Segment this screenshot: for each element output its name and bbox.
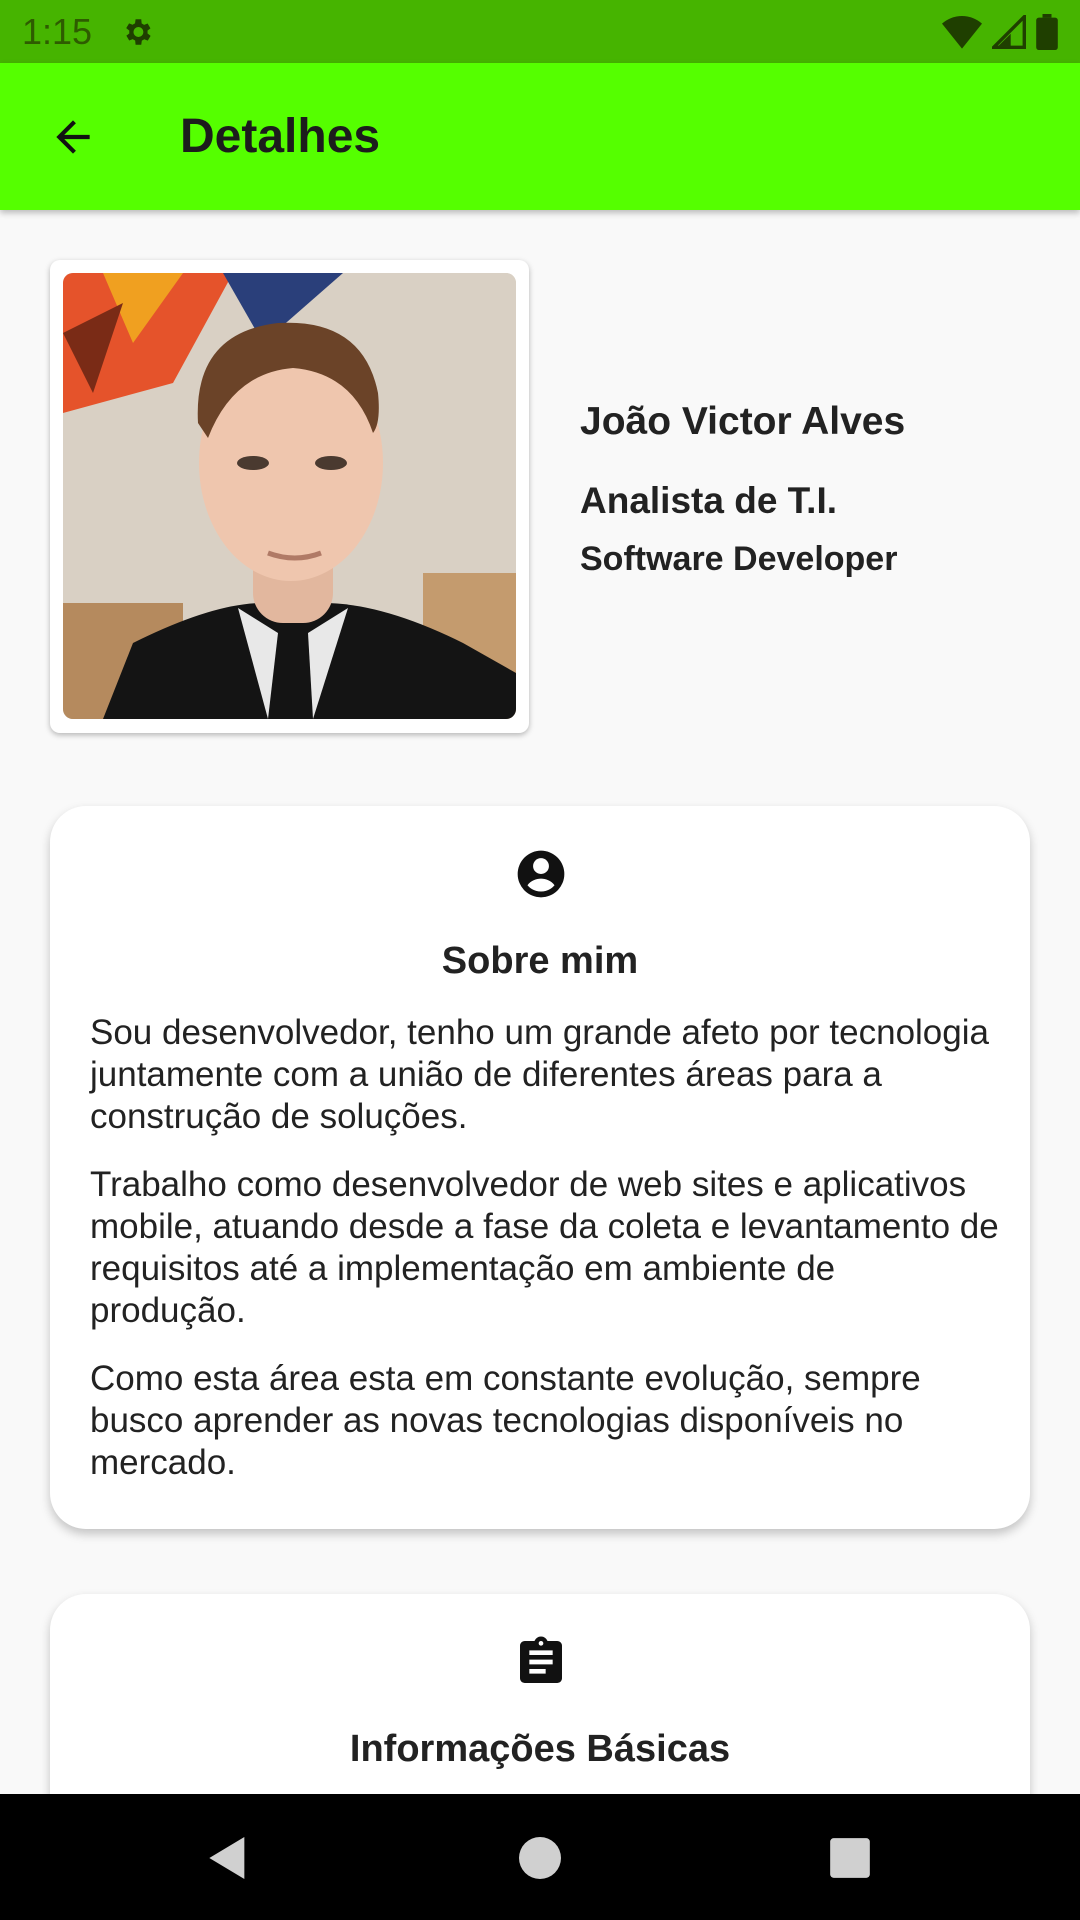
settings-gear-icon <box>126 18 151 45</box>
profile-role: Analista de T.I. <box>580 480 838 521</box>
about-title: Sobre mim <box>441 940 639 982</box>
account-circle-icon <box>517 850 565 898</box>
nav-back-icon[interactable] <box>200 1830 256 1886</box>
profile-info: João Victor Alves Analista de T.I. Softw… <box>580 400 1050 579</box>
profile-subrole: Software Developer <box>580 540 898 578</box>
basic-info-card: Informações Básicas <box>50 1594 1030 1794</box>
status-bar: 1:15 <box>0 0 1080 63</box>
profile-photo <box>63 273 516 719</box>
back-button[interactable] <box>38 102 108 172</box>
about-body: Sou desenvolvedor, tenho um grande afeto… <box>90 1012 1000 1510</box>
clipboard-icon <box>520 1636 562 1683</box>
basic-info-title: Informações Básicas <box>349 1728 731 1770</box>
arrow-back-icon <box>56 119 90 154</box>
status-time: 1:15 <box>22 10 93 52</box>
navigation-bar <box>0 1794 1080 1920</box>
profile-name: João Victor Alves <box>580 400 906 443</box>
profile-photo-card <box>50 260 529 733</box>
nav-home-icon[interactable] <box>512 1830 568 1886</box>
details-content[interactable]: João Victor Alves Analista de T.I. Softw… <box>0 210 1080 1794</box>
wifi-icon <box>942 15 982 49</box>
about-paragraph: Como esta área esta em constante evoluçã… <box>90 1359 921 1482</box>
page-title: Detalhes <box>180 110 381 163</box>
about-card: Sobre mim Sou desenvolvedor, tenho um gr… <box>50 806 1030 1529</box>
nav-recents-icon[interactable] <box>822 1830 878 1886</box>
status-icons <box>942 13 1058 50</box>
battery-icon <box>1036 13 1058 50</box>
about-paragraph: Trabalho como desenvolvedor de web sites… <box>90 1165 999 1330</box>
profile-photo-image <box>63 273 516 719</box>
about-paragraph: Sou desenvolvedor, tenho um grande afeto… <box>90 1013 989 1136</box>
app-bar: Detalhes <box>0 63 1080 210</box>
signal-icon <box>992 14 1026 49</box>
